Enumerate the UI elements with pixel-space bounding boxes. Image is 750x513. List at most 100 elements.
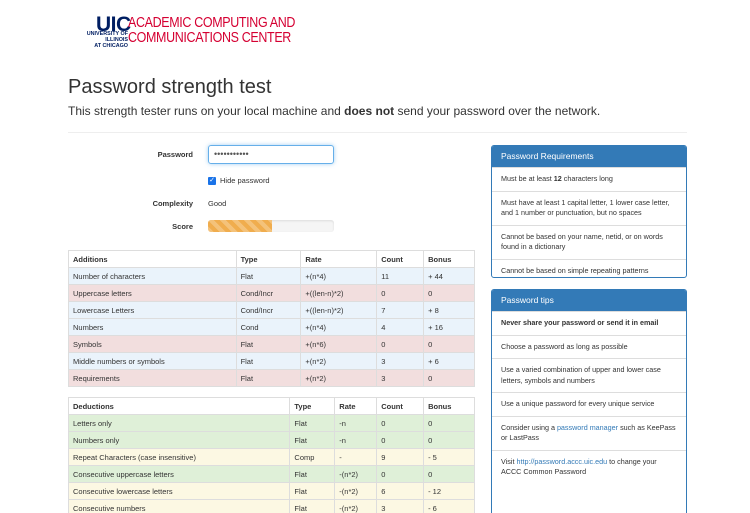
additions-cell-rate: +(n*2) [300,352,378,370]
deductions-cell-count: 0 [376,431,425,449]
table-row: Numbers Cond +(n*4) 4 + 16 [68,318,475,336]
table-row: Middle numbers or symbols Flat +(n*2) 3 + 6 [68,352,475,370]
deductions-cell-rate: -(n*2) [334,499,378,513]
deductions-cell-type: Flat [289,414,336,432]
table-row: Uppercase letters Cond/Incr +((len-n)*2) 0 0 [68,284,475,302]
requirement-no-patterns: Cannot be based on simple repeating patt… [492,258,686,278]
deductions-cell-bonus: 0 [423,431,475,449]
additions-cell-rate: +(n*4) [300,318,378,336]
tip-unique-password: Use a unique password for every unique s… [492,392,686,416]
additions-header-type: Type [235,250,302,268]
tip-password-manager: Consider using a password manager such a… [492,415,686,450]
tip-long-password: Choose a password as long as possible [492,334,686,359]
hide-password-checkbox[interactable]: ✓ [208,176,216,185]
deductions-cell-name: Letters only [67,414,291,432]
deductions-table: Deductions Type Rate Count Bonus Letters onl… [67,397,475,513]
tips-panel-heading: Password tips [492,290,686,311]
deductions-cell-rate: -n [334,431,378,449]
additions-cell-bonus: 0 [423,284,475,302]
additions-cell-count: 3 [376,369,425,387]
deductions-cell-type: Comp [289,448,336,466]
additions-header-bonus: Bonus [423,250,475,268]
deductions-cell-bonus: - 12 [423,482,475,500]
table-row: Lowercase Letters Cond/Incr +((len-n)*2) 7 +… [68,301,475,319]
additions-header-count: Count [376,250,425,268]
additions-header-name: Additions [68,250,237,268]
additions-cell-count: 4 [376,318,425,336]
logo-accc-text: ACADEMIC COMPUTING AND COMMUNICATIONS CE… [128,15,296,46]
additions-cell-rate: +((len-n)*2) [300,301,378,319]
deductions-cell-count: 6 [376,482,425,500]
deductions-cell-name: Repeat Characters (case insensitive) [67,448,291,466]
additions-cell-bonus: + 16 [423,318,475,336]
deductions-cell-name: Numbers only [67,431,291,449]
tip-change-password: Visit http://password.accc.uic.edu to ch… [492,449,686,484]
deductions-cell-bonus: - 5 [423,448,475,466]
logo-university-text: UNIVERSITY OF ILLINOIS AT CHICAGO [86,31,128,49]
deductions-cell-rate: -(n*2) [334,465,378,483]
additions-cell-bonus: + 8 [423,301,475,319]
tip-never-share: Never share your password or send it in … [492,311,686,335]
score-label: Score [172,222,193,231]
additions-cell-bonus: + 44 [423,267,475,285]
table-row: Consecutive numbers Flat -(n*2) 3- 6 [67,499,475,513]
additions-cell-rate: +(n*6) [300,335,378,353]
deductions-cell-bonus: 0 [423,465,475,483]
table-row: Repeat Characters (case insensitive) Comp… [67,448,475,466]
hide-password-label: Hide password [220,176,270,185]
additions-cell-name: Lowercase Letters [68,301,237,319]
additions-cell-name: Symbols [68,335,237,353]
additions-cell-bonus: 0 [423,369,475,387]
table-row: Numbers only Flat -n 0 0 [67,431,475,449]
additions-header-rate: Rate [300,250,378,268]
deductions-cell-rate: - [334,448,378,466]
deductions-cell-rate: -n [334,414,378,432]
deductions-cell-name: Consecutive uppercase letters [67,465,291,483]
deductions-cell-name: Consecutive lowercase letters [67,482,291,500]
additions-cell-name: Number of characters [68,267,237,285]
additions-cell-rate: +(n*2) [300,369,378,387]
deductions-cell-bonus: 0 [423,414,475,432]
score-progress-fill [208,220,273,232]
hide-password-checkbox-row[interactable]: ✓ Hide password [208,176,270,185]
additions-cell-name: Requirements [68,369,237,387]
password-input[interactable]: ••••••••••• [208,145,334,164]
additions-cell-type: Flat [235,335,302,353]
deductions-header-count: Count [376,397,425,415]
deductions-header-name: Deductions [67,397,291,415]
additions-cell-rate: +(n*4) [300,267,378,285]
additions-cell-rate: +((len-n)*2) [300,284,378,302]
additions-cell-type: Cond/Incr [235,284,302,302]
additions-cell-count: 0 [376,284,425,302]
complexity-value: Good [208,199,227,208]
deductions-cell-count: 9 [376,448,425,466]
additions-cell-type: Flat [235,369,302,387]
additions-cell-name: Uppercase letters [68,284,237,302]
additions-cell-bonus: + 6 [423,352,475,370]
additions-cell-type: Flat [235,352,302,370]
deductions-cell-type: Flat [289,431,336,449]
table-row: Letters only Flat -n 0 0 [67,414,475,432]
requirements-panel-heading: Password Requirements [492,146,686,167]
deductions-cell-count: 0 [376,465,425,483]
additions-table: Additions Type Rate Count Bonus Number of ch… [68,250,475,387]
complexity-label: Complexity [152,199,193,208]
deductions-cell-bonus: - 6 [423,499,475,513]
additions-header-row: Additions Type Rate Count Bonus [68,250,475,268]
password-manager-link[interactable]: password manager [557,423,618,432]
deductions-header-row: Deductions Type Rate Count Bonus [67,397,475,415]
table-row: Consecutive uppercase letters Flat -(n*2) 0… [67,465,475,483]
deductions-cell-rate: -(n*2) [334,482,378,500]
additions-cell-type: Flat [235,267,302,285]
additions-cell-bonus: 0 [423,335,475,353]
deductions-header-bonus: Bonus [423,397,475,415]
page-title: Password strength test [68,76,272,98]
table-row: Consecutive lowercase letters Flat -(n*2) 6… [67,482,475,500]
requirement-length: Must be at least 12 characters long [492,167,686,191]
change-password-link[interactable]: http://password.accc.uic.edu [516,457,607,466]
score-progress-bar [208,220,334,232]
table-row: Requirements Flat +(n*2) 3 0 [68,369,475,387]
additions-cell-count: 11 [376,267,425,285]
deductions-cell-count: 0 [376,414,425,432]
additions-cell-name: Middle numbers or symbols [68,352,237,370]
